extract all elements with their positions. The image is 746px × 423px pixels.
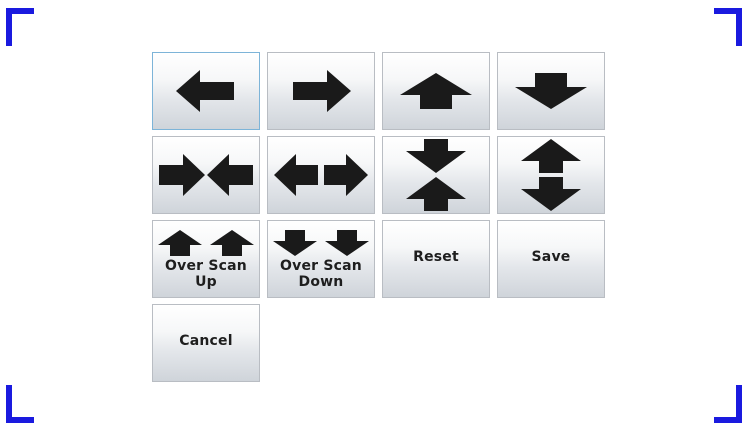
over-scan-down-label-line2: Down <box>298 274 344 290</box>
over-scan-up-button[interactable]: Over Scan Up <box>152 220 260 298</box>
expand-vertical-button[interactable] <box>497 136 605 214</box>
shrink-vertical-button[interactable] <box>382 136 490 214</box>
over-scan-down-label-line1: Over Scan <box>280 258 362 274</box>
arrows-inward-horizontal-icon <box>157 152 255 198</box>
over-scan-up-label-line2: Up <box>195 274 217 290</box>
arrow-up-icon <box>398 71 474 111</box>
arrows-inward-vertical-icon <box>404 137 468 213</box>
move-right-button[interactable] <box>267 52 375 130</box>
shrink-horizontal-button[interactable] <box>152 136 260 214</box>
arrow-left-icon <box>174 68 238 114</box>
expand-horizontal-button[interactable] <box>267 136 375 214</box>
bottom-right-corner-mark <box>712 385 742 423</box>
arrows-outward-vertical-icon <box>519 137 583 213</box>
over-scan-down-button[interactable]: Over Scan Down <box>267 220 375 298</box>
top-right-corner-mark <box>712 8 742 48</box>
arrows-outward-horizontal-icon <box>272 152 370 198</box>
move-down-button[interactable] <box>497 52 605 130</box>
cancel-button[interactable]: Cancel <box>152 304 260 382</box>
move-left-button[interactable] <box>152 52 260 130</box>
top-left-corner-mark <box>6 8 36 48</box>
screen-adjust-panel: Over Scan Up Over Scan Down Reset Save C… <box>0 0 746 423</box>
move-up-button[interactable] <box>382 52 490 130</box>
reset-button[interactable]: Reset <box>382 220 490 298</box>
save-button[interactable]: Save <box>497 220 605 298</box>
arrow-down-icon <box>513 71 589 111</box>
cancel-label: Cancel <box>179 333 233 349</box>
save-label: Save <box>531 249 571 265</box>
over-scan-up-label-line1: Over Scan <box>165 258 247 274</box>
double-arrow-up-icon <box>156 229 256 257</box>
reset-label: Reset <box>413 249 459 265</box>
double-arrow-down-icon <box>271 229 371 257</box>
bottom-left-corner-mark <box>6 385 36 423</box>
arrow-right-icon <box>289 68 353 114</box>
